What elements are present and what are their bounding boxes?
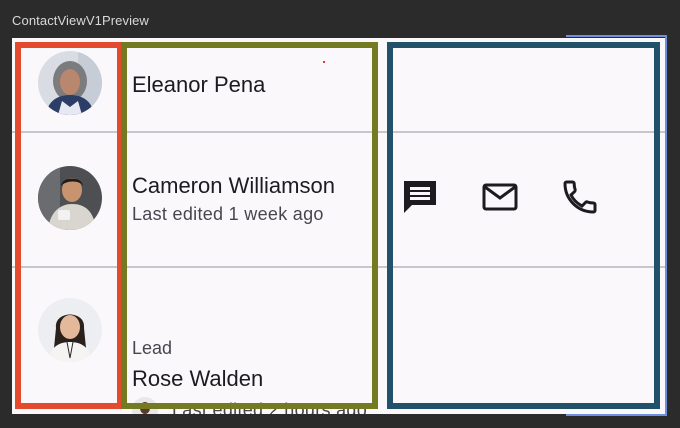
editor-avatar (132, 397, 158, 414)
contact-row-rose[interactable]: Lead Rose Walden Last edited 2 hours ago (12, 268, 666, 414)
contact-avatar (38, 298, 102, 362)
debug-dot (323, 61, 325, 63)
contact-avatar (38, 166, 102, 230)
message-icon[interactable] (400, 177, 440, 217)
contact-subtitle: Last edited 1 week ago (132, 204, 324, 224)
contact-overline: Lead (132, 338, 173, 358)
preview-title: ContactViewV1Preview (12, 13, 149, 28)
contact-row-eleanor[interactable]: Eleanor Pena (12, 38, 666, 132)
contact-name: Rose Walden (132, 366, 264, 391)
phone-icon[interactable] (560, 177, 600, 217)
contact-row-cameron[interactable]: Cameron Williamson Last edited 1 week ag… (12, 133, 666, 266)
contact-name: Eleanor Pena (132, 72, 266, 97)
preview-canvas: Eleanor Pena Cameron Williamson Last edi… (12, 38, 666, 414)
contact-avatar (38, 51, 102, 115)
email-icon[interactable] (480, 177, 520, 217)
contact-subtitle: Last edited 2 hours ago (172, 400, 368, 414)
contact-name: Cameron Williamson (132, 173, 335, 198)
